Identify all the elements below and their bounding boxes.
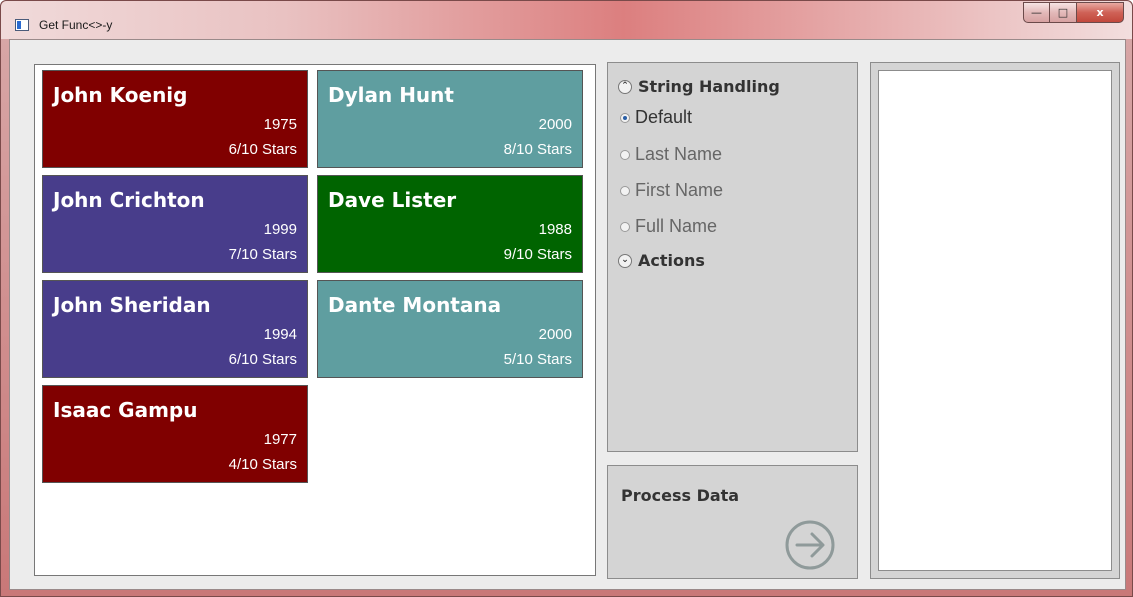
card-year: 1994 — [263, 326, 297, 343]
app-icon[interactable] — [15, 19, 29, 31]
maximize-button[interactable]: □ — [1050, 2, 1077, 23]
caption-buttons: — □ x — [1023, 2, 1124, 23]
card-stars: 4/10 Stars — [228, 456, 297, 473]
person-card[interactable]: John Koenig 1975 6/10 Stars — [42, 70, 308, 168]
person-card[interactable]: Dylan Hunt 2000 8/10 Stars — [317, 70, 583, 168]
card-year: 2000 — [538, 116, 572, 133]
card-stars: 5/10 Stars — [503, 351, 572, 368]
card-stars: 6/10 Stars — [228, 351, 297, 368]
title-bar[interactable]: Get Func<>-y — □ x — [1, 1, 1132, 39]
radio-label: Last Name — [635, 144, 723, 164]
person-card[interactable]: John Sheridan 1994 6/10 Stars — [42, 280, 308, 378]
card-year: 1988 — [538, 221, 572, 238]
radio-first-name[interactable]: First Name — [620, 180, 723, 201]
radio-label: First Name — [635, 180, 724, 200]
card-name: Dave Lister — [328, 188, 457, 212]
radio-default[interactable]: Default — [620, 107, 692, 128]
person-card[interactable]: John Crichton 1999 7/10 Stars — [42, 175, 308, 273]
person-card[interactable]: Dante Montana 2000 5/10 Stars — [317, 280, 583, 378]
string-handling-header: String Handling — [638, 77, 780, 96]
string-handling-expander[interactable]: ⌃ String Handling — [618, 77, 780, 96]
radio-label: Default — [635, 107, 693, 127]
card-stars: 7/10 Stars — [228, 246, 297, 263]
person-card[interactable]: Isaac Gampu 1977 4/10 Stars — [42, 385, 308, 483]
card-name: Dylan Hunt — [328, 83, 454, 107]
output-panel — [870, 62, 1120, 579]
radio-full-name[interactable]: Full Name — [620, 216, 717, 237]
chevron-up-icon[interactable]: ⌃ — [618, 79, 632, 94]
cards-panel[interactable]: John Koenig 1975 6/10 Stars Dylan Hunt 2… — [34, 64, 596, 576]
close-button[interactable]: x — [1077, 2, 1124, 23]
minimize-button[interactable]: — — [1023, 2, 1050, 23]
radio-button[interactable] — [620, 221, 630, 232]
card-name: John Crichton — [53, 188, 205, 212]
card-name: Isaac Gampu — [53, 398, 198, 422]
card-year: 1977 — [263, 431, 297, 448]
actions-expander[interactable]: ⌄ Actions — [618, 251, 705, 270]
output-list[interactable] — [878, 70, 1112, 571]
minimize-icon: — — [1031, 6, 1042, 19]
card-stars: 6/10 Stars — [228, 141, 297, 158]
arrow-right-circle-icon[interactable] — [784, 519, 836, 571]
close-icon: x — [1096, 6, 1104, 19]
window-client-area: John Koenig 1975 6/10 Stars Dylan Hunt 2… — [9, 39, 1126, 590]
card-year: 1975 — [263, 116, 297, 133]
radio-button[interactable] — [620, 149, 630, 160]
radio-button[interactable] — [620, 185, 630, 196]
chevron-down-icon[interactable]: ⌄ — [618, 253, 632, 268]
process-panel: Process Data — [607, 465, 858, 579]
card-stars: 9/10 Stars — [503, 246, 572, 263]
window-title: Get Func<>-y — [39, 18, 113, 32]
person-card[interactable]: Dave Lister 1988 9/10 Stars — [317, 175, 583, 273]
card-name: John Koenig — [53, 83, 188, 107]
card-stars: 8/10 Stars — [503, 141, 572, 158]
card-year: 1999 — [263, 221, 297, 238]
maximize-icon: □ — [1057, 6, 1069, 19]
radio-button[interactable] — [620, 112, 630, 123]
card-year: 2000 — [538, 326, 572, 343]
card-name: John Sheridan — [53, 293, 211, 317]
radio-last-name[interactable]: Last Name — [620, 144, 722, 165]
radio-label: Full Name — [635, 216, 718, 236]
actions-header: Actions — [638, 251, 705, 270]
app-window: Get Func<>-y — □ x John Koenig 1975 6/10… — [0, 0, 1133, 597]
process-data-label: Process Data — [621, 486, 740, 505]
card-name: Dante Montana — [328, 293, 502, 317]
options-panel: ⌃ String Handling Default Last Name Firs… — [607, 62, 858, 452]
